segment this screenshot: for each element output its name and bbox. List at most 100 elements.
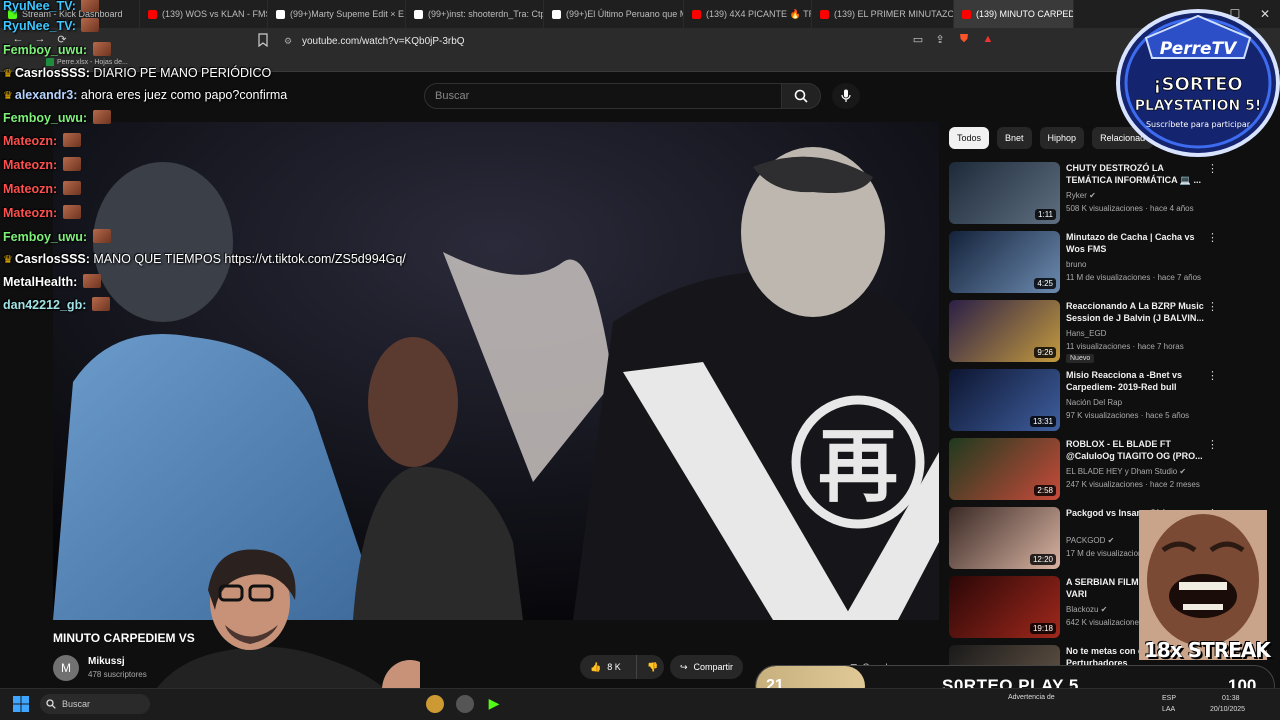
- site-info-icon[interactable]: ⚙: [284, 36, 294, 46]
- taskbar-search[interactable]: Buscar: [40, 694, 150, 714]
- thumbs-down-icon: 👎: [647, 661, 659, 672]
- taskbar-obs-icon[interactable]: [456, 695, 474, 713]
- video-duration: 19:18: [1029, 623, 1056, 634]
- chat-username[interactable]: Femboy_uwu:: [3, 43, 87, 57]
- voice-search-button[interactable]: [832, 83, 860, 109]
- chat-username[interactable]: Mateozn:: [3, 182, 57, 196]
- channel-avatar[interactable]: M: [53, 655, 79, 681]
- video-thumbnail[interactable]: 12:20: [949, 507, 1060, 569]
- video-meta: 11 M de visualizaciones · hace 7 años: [1066, 273, 1202, 282]
- sheets-icon: [46, 58, 54, 66]
- browser-tab[interactable]: (139) EL PRIMER MINUTAZO D: [812, 0, 954, 28]
- tab-favicon-icon: [962, 9, 971, 19]
- url-text: youtube.com/watch?v=KQb0jP-3rbQ: [302, 35, 465, 47]
- taskbar-search-icon: [46, 699, 56, 709]
- chat-username[interactable]: MetalHealth:: [3, 275, 77, 289]
- dislike-button[interactable]: 👎: [636, 655, 664, 679]
- video-channel[interactable]: bruno: [1066, 260, 1086, 269]
- recommendation-item[interactable]: 13:31 Misio Reacciona a -Bnet vs Carpedie…: [949, 369, 1229, 431]
- bookmark-item[interactable]: Perre.xlsx - Hojas de...: [46, 58, 128, 66]
- search-input[interactable]: Buscar: [424, 83, 782, 109]
- browser-tab[interactable]: (139) WOS vs KLAN - FMS Arg: [140, 0, 268, 28]
- chat-username[interactable]: Femboy_uwu:: [3, 230, 87, 244]
- video-thumbnail[interactable]: 2:58: [949, 438, 1060, 500]
- more-options-icon[interactable]: ⋮: [1207, 438, 1218, 451]
- chat-username[interactable]: CasrlosSSS:: [15, 66, 90, 80]
- video-title[interactable]: CHUTY DESTROZÓ LA TEMÁTICA INFORMÁTICA 💻…: [1066, 162, 1204, 186]
- share-page-icon[interactable]: ⇪: [932, 33, 948, 47]
- chat-username[interactable]: RyuNee_TV:: [3, 19, 76, 33]
- chat-username[interactable]: Mateozn:: [3, 206, 57, 220]
- chat-username[interactable]: Mateozn:: [3, 134, 57, 148]
- tab-label: (99+)Marty Supeme Edit × E: [290, 9, 405, 19]
- search-icon: [794, 89, 808, 103]
- chat-message: ♛ CasrlosSSS: MANO QUE TIEMPOS https://vt…: [3, 252, 406, 266]
- bookmark-icon[interactable]: [258, 33, 268, 47]
- video-channel[interactable]: EL BLADE HEY y Dham Studio ✔: [1066, 467, 1186, 476]
- clock-time[interactable]: 01:38: [1222, 695, 1240, 702]
- tab-label: (99+)El Último Peruano que M: [566, 9, 684, 19]
- chat-message: dan42212_gb:: [3, 297, 110, 312]
- chat-message: Femboy_uwu:: [3, 110, 111, 125]
- windows-start-icon[interactable]: [13, 696, 29, 712]
- like-button[interactable]: 👍 8 K: [580, 655, 636, 679]
- svg-text:再: 再: [818, 420, 898, 513]
- chat-message: Femboy_uwu:: [3, 229, 111, 244]
- recommendation-item[interactable]: 2:58 ROBLOX - EL BLADE FT @CaluloOg TIAGI…: [949, 438, 1229, 500]
- video-channel[interactable]: Hans_EGD: [1066, 329, 1106, 338]
- brave-shield-icon[interactable]: ⛊: [956, 33, 972, 47]
- chat-username[interactable]: alexandr3:: [15, 88, 78, 102]
- video-channel[interactable]: Ryker ✔: [1066, 191, 1096, 200]
- mic-icon: [841, 89, 851, 102]
- search-button[interactable]: [781, 83, 821, 109]
- video-title[interactable]: Reaccionando A La BZRP Music Session de …: [1066, 300, 1204, 324]
- browser-tab[interactable]: (99+)inst: shooterdn_Tra: Ctpi: [406, 0, 544, 28]
- chat-username[interactable]: Femboy_uwu:: [3, 111, 87, 125]
- video-channel[interactable]: Blackozu ✔: [1066, 605, 1107, 614]
- taskbar-kick-icon[interactable]: ▶: [485, 695, 503, 713]
- video-title[interactable]: ROBLOX - EL BLADE FT @CaluloOg TIAGITO O…: [1066, 438, 1204, 462]
- chat-username[interactable]: RyuNee_TV:: [3, 0, 76, 13]
- video-thumbnail[interactable]: 13:31: [949, 369, 1060, 431]
- rewards-icon[interactable]: ▲: [980, 33, 996, 47]
- chip-todos[interactable]: Todos: [949, 127, 990, 149]
- video-title[interactable]: Minutazo de Cacha | Cacha vs Wos FMS: [1066, 231, 1204, 255]
- video-thumbnail[interactable]: 9:26: [949, 300, 1060, 362]
- browser-tab[interactable]: (139) 4X4 PICANTE 🔥 TRUENO: [684, 0, 812, 28]
- url-field[interactable]: ⚙ youtube.com/watch?v=KQb0jP-3rbQ: [284, 32, 904, 50]
- cast-icon[interactable]: ▭: [910, 33, 926, 47]
- chat-text: DIARIO PE MANO PERIÓDICO: [93, 66, 272, 80]
- chat-message: Mateozn:: [3, 181, 81, 196]
- video-title[interactable]: Misio Reacciona a -Bnet vs Carpediem- 20…: [1066, 369, 1204, 393]
- recommendation-item[interactable]: 1:11 CHUTY DESTROZÓ LA TEMÁTICA INFORMÁTI…: [949, 162, 1229, 224]
- video-channel[interactable]: PACKGOD ✔: [1066, 536, 1114, 545]
- browser-tab[interactable]: (139) MINUTO CARPEDIEM✕: [954, 0, 1074, 28]
- chat-username[interactable]: Mateozn:: [3, 158, 57, 172]
- chat-username[interactable]: CasrlosSSS:: [15, 252, 90, 266]
- video-thumbnail[interactable]: 4:25: [949, 231, 1060, 293]
- chat-emote-icon: [91, 297, 110, 311]
- language-label[interactable]: ESP: [1162, 695, 1176, 702]
- crown-icon: ♛: [3, 90, 13, 102]
- video-meta: 642 K visualizaciones: [1066, 618, 1143, 627]
- taskbar-app-icon[interactable]: [426, 695, 444, 713]
- chip-hiphop[interactable]: Hiphop: [1039, 127, 1085, 149]
- notice-text: Advertencia de: [1008, 694, 1055, 701]
- chip-bnet[interactable]: Bnet: [997, 127, 1032, 149]
- chat-emote-icon: [92, 110, 111, 124]
- browser-tab[interactable]: (99+)El Último Peruano que M: [544, 0, 684, 28]
- chat-username[interactable]: dan42212_gb:: [3, 298, 86, 312]
- more-options-icon[interactable]: ⋮: [1207, 300, 1218, 313]
- windows-taskbar: [0, 688, 1280, 720]
- more-options-icon[interactable]: ⋮: [1207, 369, 1218, 382]
- video-thumbnail[interactable]: 1:11: [949, 162, 1060, 224]
- share-button[interactable]: ↪ Compartir: [670, 655, 744, 679]
- video-thumbnail[interactable]: 19:18: [949, 576, 1060, 638]
- video-channel[interactable]: Nación Del Rap: [1066, 398, 1122, 407]
- browser-tab[interactable]: (99+)Marty Supeme Edit × E: [268, 0, 406, 28]
- more-options-icon[interactable]: ⋮: [1207, 162, 1218, 175]
- recommendation-item[interactable]: 9:26 Reaccionando A La BZRP Music Session…: [949, 300, 1229, 363]
- tab-label: (139) MINUTO CARPEDIEM: [976, 9, 1074, 19]
- recommendation-item[interactable]: 4:25 Minutazo de Cacha | Cacha vs Wos FMS…: [949, 231, 1229, 293]
- more-options-icon[interactable]: ⋮: [1207, 231, 1218, 244]
